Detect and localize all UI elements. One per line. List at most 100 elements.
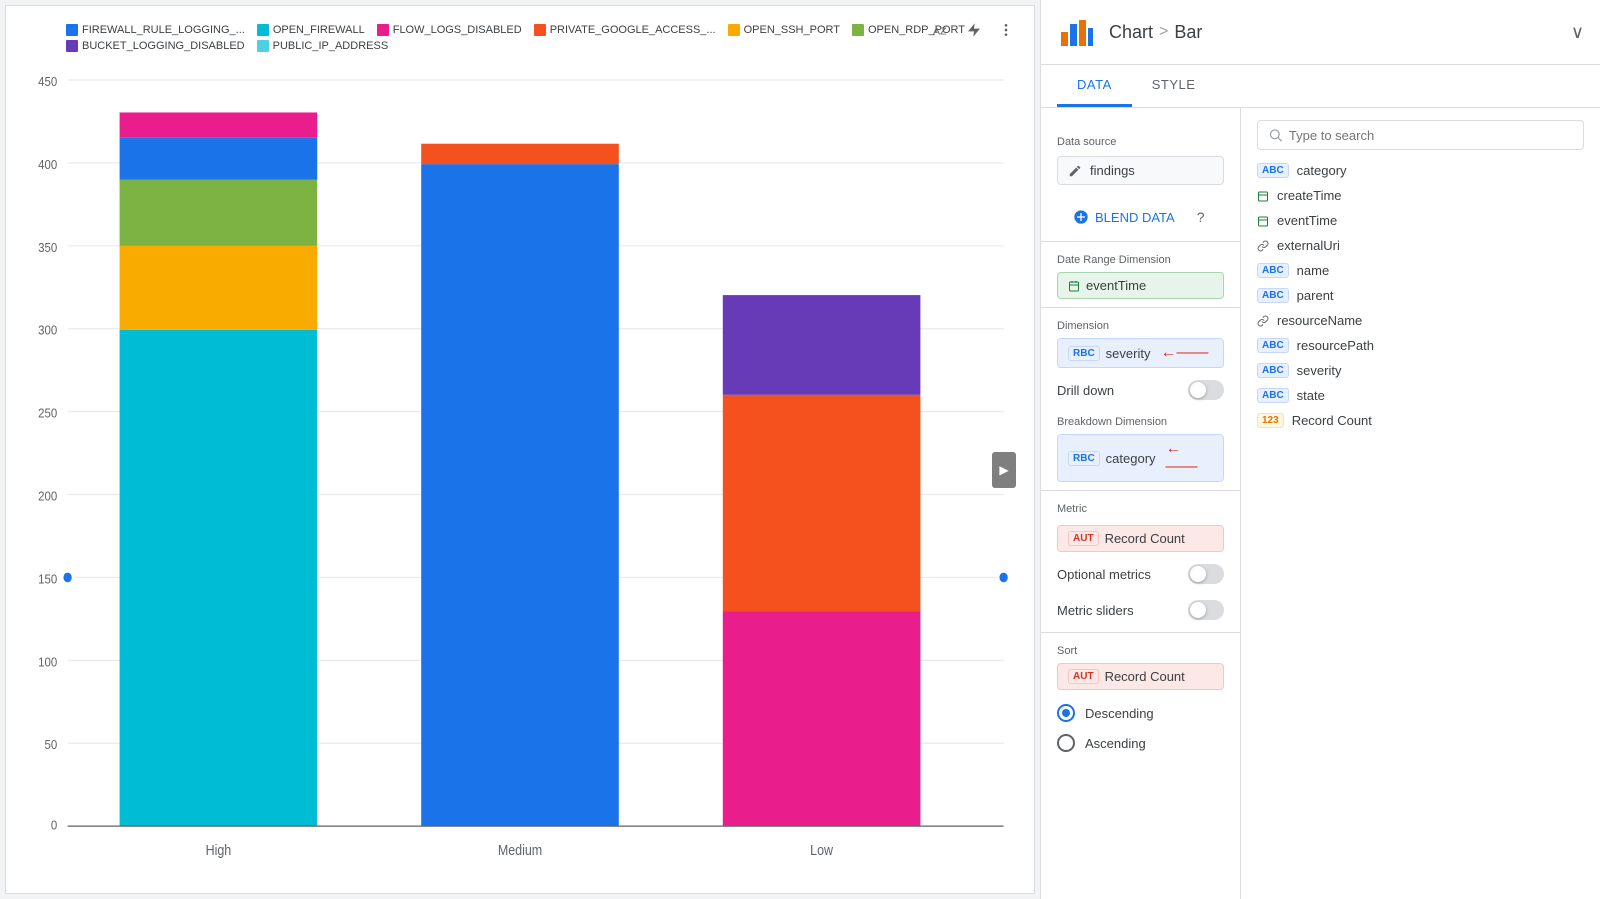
calendar-icon — [1257, 190, 1269, 202]
red-arrow-breakdown: ←—— — [1166, 440, 1213, 476]
data-source-label: Data source — [1057, 136, 1224, 148]
field-label: resourceName — [1277, 313, 1362, 328]
dimension-value: severity — [1106, 346, 1151, 361]
search-input[interactable] — [1289, 128, 1573, 143]
field-item-parent[interactable]: ABC parent — [1249, 283, 1592, 308]
field-type-badge: ABC — [1257, 163, 1289, 178]
expand-icon[interactable]: ∨ — [1571, 22, 1584, 43]
tab-style[interactable]: STYLE — [1132, 65, 1216, 107]
field-label: eventTime — [1277, 213, 1337, 228]
breakdown-label: Breakdown Dimension — [1057, 416, 1224, 428]
svg-text:0: 0 — [51, 818, 57, 833]
drill-down-toggle[interactable] — [1188, 380, 1224, 400]
field-item-severity[interactable]: ABC severity — [1249, 358, 1592, 383]
sort-type-badge: AUT — [1068, 669, 1099, 684]
field-item-name[interactable]: ABC name — [1249, 258, 1592, 283]
right-panel: Chart > Bar ∨ DATA STYLE Data source fin… — [1040, 0, 1600, 899]
sort-chip[interactable]: AUT Record Count — [1057, 663, 1224, 690]
toggle-knob — [1190, 602, 1206, 618]
field-item-record-count[interactable]: 123 Record Count — [1249, 408, 1592, 433]
panel-left-column: Data source findings BLEND DATA ? Date R… — [1041, 108, 1241, 899]
bolt-icon[interactable] — [962, 18, 986, 42]
field-item-resourcepath[interactable]: ABC resourcePath — [1249, 333, 1592, 358]
more-icon[interactable] — [994, 18, 1018, 42]
legend-item: BUCKET_LOGGING_DISABLED — [66, 40, 245, 52]
field-item-resourcename[interactable]: resourceName — [1249, 308, 1592, 333]
legend-item: OPEN_SSH_PORT — [728, 24, 840, 36]
field-type-badge: ABC — [1257, 363, 1289, 378]
legend-label: OPEN_SSH_PORT — [744, 24, 840, 36]
panel-body: Data source findings BLEND DATA ? Date R… — [1041, 108, 1600, 899]
field-label: parent — [1297, 288, 1334, 303]
svg-text:300: 300 — [38, 323, 57, 338]
edit-icon — [1068, 164, 1082, 178]
field-item-externaluri[interactable]: externalUri — [1249, 233, 1592, 258]
add-icon — [1073, 209, 1089, 225]
help-icon[interactable]: ? — [1197, 209, 1205, 225]
metric-section: Metric — [1041, 495, 1240, 525]
divider — [1041, 490, 1240, 491]
field-label: Record Count — [1292, 413, 1372, 428]
legend-label: PUBLIC_IP_ADDRESS — [273, 40, 389, 52]
chart-nav-button[interactable]: ▶ — [992, 452, 1016, 488]
calendar-icon — [1068, 280, 1080, 292]
field-type-badge: ABC — [1257, 288, 1289, 303]
chart-area: AZ FIREWALL_RULE_LOGGING_... OPEN_FIREWA… — [5, 5, 1035, 894]
metric-sliders-toggle[interactable] — [1188, 600, 1224, 620]
legend-label: BUCKET_LOGGING_DISABLED — [82, 40, 245, 52]
field-label: state — [1297, 388, 1325, 403]
sort-value: Record Count — [1105, 669, 1185, 684]
ascending-radio[interactable] — [1057, 734, 1075, 752]
date-range-value: eventTime — [1086, 278, 1146, 293]
chart-label: Chart — [1109, 22, 1153, 43]
field-label: externalUri — [1277, 238, 1340, 253]
breakdown-value: category — [1106, 451, 1156, 466]
legend-item: FLOW_LOGS_DISABLED — [377, 24, 522, 36]
breakdown-chip[interactable]: RBC category ←—— — [1057, 434, 1224, 482]
legend-item: PUBLIC_IP_ADDRESS — [257, 40, 389, 52]
field-type-badge: ABC — [1257, 263, 1289, 278]
legend-item: PRIVATE_GOOGLE_ACCESS_... — [534, 24, 716, 36]
legend-color-private-google — [534, 24, 546, 36]
tab-data[interactable]: DATA — [1057, 65, 1132, 107]
svg-text:50: 50 — [44, 737, 57, 752]
calendar-icon — [1257, 215, 1269, 227]
az-icon[interactable]: AZ — [930, 18, 954, 42]
dimension-label: Dimension — [1057, 320, 1224, 332]
dimension-section: Dimension RBC severity ←—— — [1041, 312, 1240, 372]
date-range-section: Date Range Dimension eventTime — [1041, 246, 1240, 303]
divider — [1041, 632, 1240, 633]
descending-radio[interactable] — [1057, 704, 1075, 722]
legend-color-firewall-logging — [66, 24, 78, 36]
data-source-chip[interactable]: findings — [1057, 156, 1224, 185]
optional-metrics-label: Optional metrics — [1057, 567, 1151, 582]
breakdown-section: Breakdown Dimension RBC category ←—— — [1041, 408, 1240, 486]
available-fields-panel: ABC category createTime eventTime extern… — [1241, 108, 1600, 899]
optional-metrics-row: Optional metrics — [1041, 556, 1240, 592]
field-item-state[interactable]: ABC state — [1249, 383, 1592, 408]
drill-down-row: Drill down — [1041, 372, 1240, 408]
legend-color-rdp — [852, 24, 864, 36]
svg-text:High: High — [206, 842, 232, 858]
field-type-badge: 123 — [1257, 413, 1284, 428]
svg-text:450: 450 — [38, 74, 57, 89]
descending-radio-row[interactable]: Descending — [1041, 698, 1240, 728]
ascending-radio-row[interactable]: Ascending — [1041, 728, 1240, 758]
metric-chip[interactable]: AUT Record Count — [1057, 525, 1224, 552]
breakdown-type-badge: RBC — [1068, 451, 1100, 466]
dimension-chip[interactable]: RBC severity ←—— — [1057, 338, 1224, 368]
toggle-knob — [1190, 566, 1206, 582]
optional-metrics-toggle[interactable] — [1188, 564, 1224, 584]
blend-data-button[interactable]: BLEND DATA — [1057, 201, 1191, 233]
field-item-eventtime[interactable]: eventTime — [1249, 208, 1592, 233]
toggle-knob — [1190, 382, 1206, 398]
field-item-createtime[interactable]: createTime — [1249, 183, 1592, 208]
search-box — [1257, 120, 1584, 150]
legend-color-ssh — [728, 24, 740, 36]
legend-label: FLOW_LOGS_DISABLED — [393, 24, 522, 36]
field-item-category[interactable]: ABC category — [1249, 158, 1592, 183]
legend-color-flow-logs — [377, 24, 389, 36]
svg-text:Low: Low — [810, 842, 833, 858]
search-icon — [1268, 127, 1283, 143]
date-range-chip[interactable]: eventTime — [1057, 272, 1224, 299]
